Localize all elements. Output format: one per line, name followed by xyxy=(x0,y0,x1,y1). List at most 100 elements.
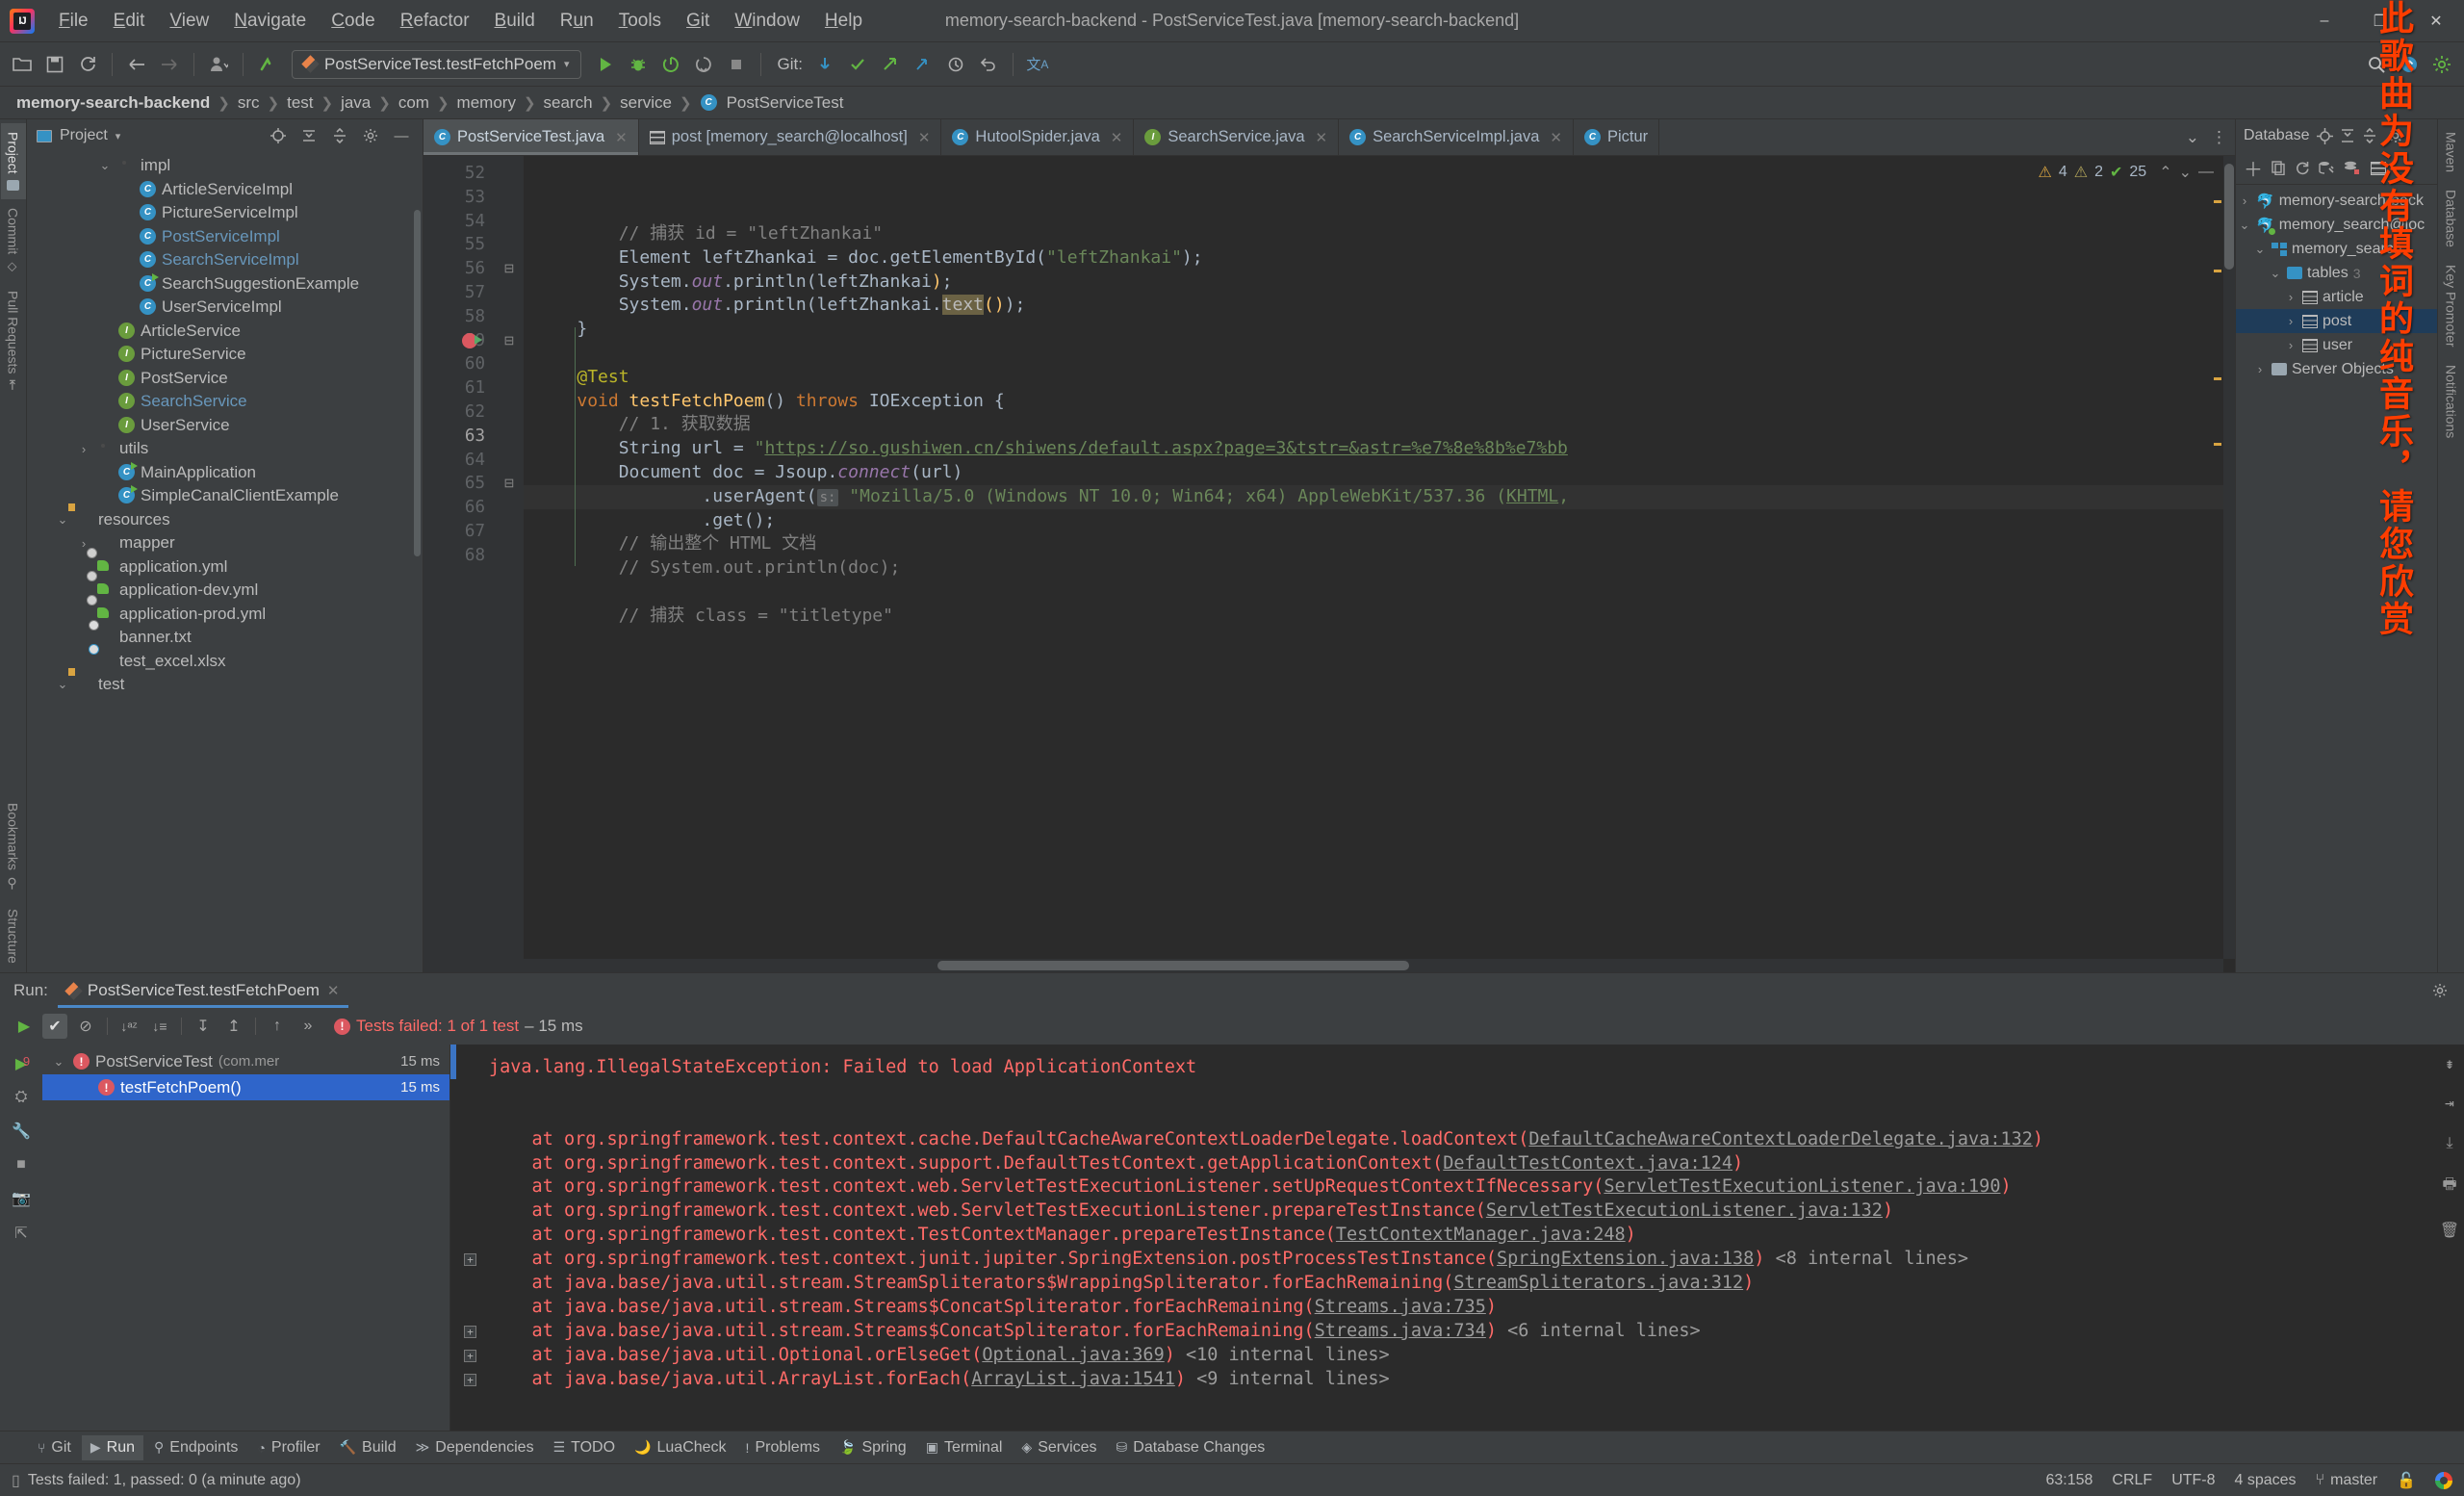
expand-arrow[interactable]: ⌄ xyxy=(50,1054,67,1070)
code-line[interactable]: System.out.println(leftZhankai.text()); xyxy=(524,294,2235,318)
editor-tab[interactable]: post [memory_search@localhost] ✕ xyxy=(639,119,942,155)
run-settings-icon[interactable] xyxy=(2427,978,2452,1003)
expand-all-icon[interactable] xyxy=(328,124,351,147)
breadcrumb-item-6[interactable]: search xyxy=(541,93,596,113)
internal-lines-badge[interactable]: <8 internal lines> xyxy=(1776,1249,1968,1269)
editor-tab[interactable]: C PostServiceTest.java ✕ xyxy=(424,119,639,155)
chevron-down-icon[interactable]: ▾ xyxy=(116,130,121,142)
tree-node[interactable]: › utils xyxy=(27,437,423,461)
hide-ignored-toggle[interactable]: ⊘ xyxy=(73,1014,98,1039)
expand-arrow[interactable]: › xyxy=(2253,362,2267,376)
sort-by-duration-icon[interactable]: ↓≡ xyxy=(147,1014,172,1039)
fold-marker[interactable] xyxy=(495,520,524,544)
tree-node[interactable]: I PictureService xyxy=(27,343,423,367)
show-passed-toggle[interactable]: ✔ xyxy=(42,1014,67,1039)
stack-frame-line[interactable]: at org.springframework.test.context.Test… xyxy=(450,1224,2464,1248)
source-link[interactable]: TestContextManager.java:248 xyxy=(1336,1225,1626,1245)
collapse-all-icon[interactable] xyxy=(297,124,321,147)
target-icon[interactable] xyxy=(267,124,290,147)
test-tree-row[interactable]: ! testFetchPoem() 15 ms xyxy=(42,1074,449,1100)
source-link[interactable]: ServletTestExecutionListener.java:190 xyxy=(1604,1176,2000,1197)
menu-git[interactable]: Git xyxy=(674,6,722,37)
inspection-widget[interactable]: ⚠ 4 ⚠ 2 ✔ 25 ⌃ ⌄ — xyxy=(2030,156,2221,189)
database-tree-node[interactable]: › Server Objects xyxy=(2236,357,2437,381)
code-line[interactable]: Document doc = Jsoup.connect(url) xyxy=(524,461,2235,485)
menu-refactor[interactable]: Refactor xyxy=(388,6,482,37)
expand-arrow[interactable]: › xyxy=(75,442,92,456)
fold-marker[interactable] xyxy=(495,496,524,520)
tree-node[interactable]: I ArticleService xyxy=(27,320,423,344)
gear-icon[interactable] xyxy=(2388,128,2403,143)
chevron-down-icon[interactable]: ⌄ xyxy=(2186,128,2199,147)
git-rollback-icon[interactable] xyxy=(974,50,1003,79)
breadcrumb-item-1[interactable]: src xyxy=(235,93,263,113)
database-tree-node[interactable]: ⌄ 🐬 memory_search@loc xyxy=(2236,213,2437,237)
tool-window-button-profiler[interactable]: ◔ Profiler xyxy=(248,1435,328,1460)
menu-tools[interactable]: Tools xyxy=(606,6,674,37)
internal-lines-badge[interactable]: <9 internal lines> xyxy=(1196,1369,1389,1389)
tree-node[interactable]: test_excel.xlsx xyxy=(27,650,423,674)
debug-icon[interactable]: ⛭ xyxy=(15,1089,28,1106)
tree-node[interactable]: C ArticleServiceImpl xyxy=(27,178,423,202)
stack-frame-line[interactable]: at org.springframework.test.context.web.… xyxy=(450,1175,2464,1199)
menu-view[interactable]: View xyxy=(157,6,221,37)
close-button[interactable]: ✕ xyxy=(2408,0,2464,42)
editor-tab[interactable]: C SearchServiceImpl.java ✕ xyxy=(1339,119,1574,155)
expand-all-icon[interactable] xyxy=(2362,128,2377,143)
fold-marker[interactable] xyxy=(495,376,524,400)
fold-marker[interactable] xyxy=(495,281,524,305)
run-more-button[interactable] xyxy=(689,50,718,79)
menu-window[interactable]: Window xyxy=(722,6,812,37)
run-with-coverage-button[interactable] xyxy=(656,50,685,79)
gear-icon[interactable] xyxy=(359,124,382,147)
fold-marker[interactable]: ⊟ xyxy=(495,472,524,496)
expand-frames-icon[interactable]: + xyxy=(464,1373,476,1386)
database-tree-node[interactable]: › post xyxy=(2236,309,2437,333)
tool-window-button-services[interactable]: ◈ Services xyxy=(1013,1435,1105,1460)
tool-window-button-luacheck[interactable]: 🌙 LuaCheck xyxy=(626,1435,734,1460)
expand-arrow[interactable]: › xyxy=(2284,290,2297,304)
caret-position[interactable]: 63:158 xyxy=(2045,1472,2092,1489)
breadcrumb-item-2[interactable]: test xyxy=(284,93,316,113)
tree-node[interactable]: C SimpleCanalClientExample xyxy=(27,484,423,508)
git-update-icon[interactable] xyxy=(810,50,839,79)
code-line[interactable]: // 1. 获取数据 xyxy=(524,413,2235,437)
breadcrumb-item-0[interactable]: memory-search-backend xyxy=(13,93,213,113)
breadcrumb-item-4[interactable]: com xyxy=(396,93,432,113)
tree-node[interactable]: C UserServiceImpl xyxy=(27,296,423,320)
tool-window-button-run[interactable]: ▶ Run xyxy=(81,1434,143,1460)
expand-arrow[interactable]: ⌄ xyxy=(54,512,71,528)
settings-icon[interactable] xyxy=(2427,50,2456,79)
tree-node[interactable]: C PictureServiceImpl xyxy=(27,201,423,225)
sidebar-item-project[interactable]: Project xyxy=(0,123,26,199)
sync-icon[interactable] xyxy=(73,50,102,79)
internal-lines-badge[interactable]: <6 internal lines> xyxy=(1507,1321,1700,1341)
fold-marker[interactable]: ⊟ xyxy=(495,329,524,353)
git-history-icon[interactable] xyxy=(941,50,970,79)
breadcrumb-item-7[interactable]: service xyxy=(617,93,675,113)
fold-marker[interactable] xyxy=(495,352,524,376)
stack-frame-line[interactable]: at java.base/java.util.stream.Streams$Co… xyxy=(450,1320,2464,1344)
tree-node[interactable]: application-prod.yml xyxy=(27,603,423,627)
sidebar-item-maven[interactable]: Maven xyxy=(2439,123,2464,181)
sidebar-item-notifications[interactable]: Notifications xyxy=(2439,356,2464,447)
source-link[interactable]: DefaultTestContext.java:124 xyxy=(1443,1153,1732,1174)
locate-icon[interactable] xyxy=(2316,127,2333,144)
breadcrumb-item-8[interactable]: PostServiceTest xyxy=(724,93,847,113)
close-icon[interactable]: ✕ xyxy=(327,982,340,999)
expand-frames-icon[interactable]: + xyxy=(464,1325,476,1338)
code-line[interactable]: @Test xyxy=(524,366,2235,390)
next-failed-icon[interactable]: » xyxy=(295,1014,321,1039)
navigate-back-icon[interactable] xyxy=(122,50,151,79)
profile-icon[interactable] xyxy=(204,50,233,79)
chevron-down-icon[interactable]: ⌄ xyxy=(2179,163,2192,182)
tool-window-button-build[interactable]: 🔨 Build xyxy=(331,1435,405,1460)
expand-frames-icon[interactable]: + xyxy=(464,1253,476,1267)
close-tab-icon[interactable]: ✕ xyxy=(918,129,931,146)
tree-node[interactable]: I UserService xyxy=(27,414,423,438)
status-message[interactable]: Tests failed: 1, passed: 0 (a minute ago… xyxy=(28,1472,301,1489)
update-project-icon[interactable] xyxy=(253,50,282,79)
stack-frame-line[interactable]: at java.base/java.util.stream.StreamSpli… xyxy=(450,1272,2464,1296)
tree-node[interactable]: ⌄ impl xyxy=(27,154,423,178)
code-line[interactable]: System.out.println(leftZhankai); xyxy=(524,271,2235,295)
